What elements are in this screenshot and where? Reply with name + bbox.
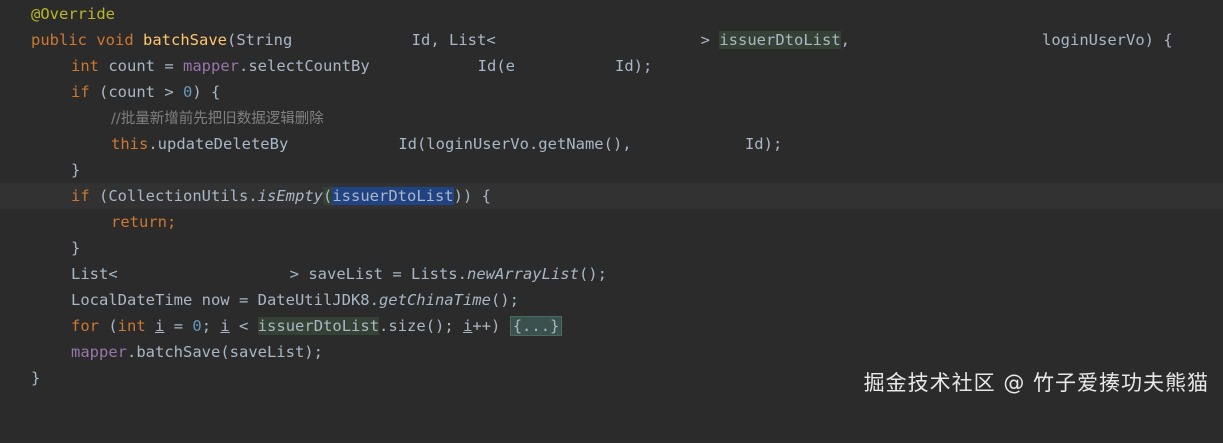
redacted-block bbox=[850, 31, 1043, 50]
code-text: .updateDeleteBy bbox=[148, 135, 289, 153]
code-text: (); bbox=[490, 291, 519, 309]
redacted-block bbox=[301, 31, 412, 50]
loop-variable: i bbox=[220, 317, 230, 335]
code-line-6[interactable]: this.updateDeleteBy Id(loginUserVo.getNam… bbox=[0, 131, 1223, 157]
code-line-1[interactable]: @Override bbox=[0, 1, 1223, 27]
field-name: mapper bbox=[183, 57, 239, 75]
keyword: for bbox=[71, 317, 99, 335]
watermark-text: 掘金技术社区 @ 竹子爱揍功夫熊猫 bbox=[863, 371, 1209, 395]
code-text: ; bbox=[201, 317, 221, 335]
static-method: isEmpty bbox=[257, 187, 323, 205]
code-text: (CollectionUtils. bbox=[89, 187, 258, 205]
parameter-highlight: issuerDtoList bbox=[257, 317, 380, 335]
code-line-12[interactable]: LocalDateTime now = DateUtilJDK8.getChin… bbox=[0, 287, 1223, 313]
method-name: batchSave bbox=[143, 31, 228, 49]
code-line-4[interactable]: if (count > 0) { bbox=[0, 79, 1223, 105]
code-line-8[interactable]: if (CollectionUtils.isEmpty(issuerDtoLis… bbox=[0, 183, 1223, 209]
comment: //批量新增前先把旧数据逻辑删除 bbox=[111, 111, 324, 127]
redacted-block bbox=[495, 31, 701, 50]
code-line-11[interactable]: List< > saveList = Lists.newArrayList(); bbox=[0, 261, 1223, 287]
redacted-block bbox=[369, 57, 478, 76]
code-text: ( bbox=[322, 187, 333, 205]
loop-variable: i bbox=[463, 317, 473, 335]
code-text: LocalDateTime now = DateUtilJDK8. bbox=[71, 291, 379, 309]
code-text: Id, List< bbox=[411, 31, 496, 49]
static-method: newArrayList bbox=[466, 265, 579, 283]
static-method: getChinaTime bbox=[378, 291, 491, 309]
code-line-5[interactable]: //批量新增前先把旧数据逻辑删除 bbox=[0, 105, 1223, 131]
parameter-highlight: issuerDtoList bbox=[719, 31, 841, 49]
code-line-3[interactable]: int count = mapper.selectCountBy Id(e Id); bbox=[0, 53, 1223, 79]
keyword: if bbox=[71, 83, 90, 101]
keyword: this bbox=[111, 135, 149, 153]
code-text: List< bbox=[71, 265, 118, 283]
code-text: loginUserVo) { bbox=[1042, 31, 1173, 49]
code-text: ++) bbox=[472, 317, 510, 335]
code-text: .size(); bbox=[379, 317, 464, 335]
code-text: count = bbox=[99, 57, 183, 75]
code-text: } bbox=[71, 239, 81, 257]
keyword: return bbox=[111, 213, 167, 231]
code-text: ( bbox=[99, 317, 118, 335]
keyword: int bbox=[71, 57, 99, 75]
code-line-13[interactable]: for (int i = 0; i < issuerDtoList.size()… bbox=[0, 313, 1223, 339]
code-line-9[interactable]: return; bbox=[0, 209, 1223, 235]
redacted-block bbox=[117, 265, 290, 284]
annotation: @Override bbox=[31, 5, 115, 23]
keyword: if bbox=[71, 187, 90, 205]
code-editor[interactable]: @Override public void batchSave(String I… bbox=[0, 0, 1223, 411]
code-line-2[interactable]: public void batchSave(String Id, List< > … bbox=[0, 27, 1223, 53]
code-text: } bbox=[31, 369, 41, 387]
selected-text[interactable]: issuerDtoList bbox=[332, 187, 454, 205]
code-text: ) { bbox=[192, 83, 221, 101]
code-text: > bbox=[700, 31, 720, 49]
field-name: mapper bbox=[71, 343, 127, 361]
code-text: Id); bbox=[614, 57, 653, 75]
keyword: public bbox=[31, 31, 87, 49]
redacted-block bbox=[288, 135, 399, 154]
code-text: Id); bbox=[744, 135, 783, 153]
code-line-10[interactable]: } bbox=[0, 235, 1223, 261]
folded-code-block[interactable]: {...} bbox=[509, 316, 563, 336]
code-text: ; bbox=[167, 213, 177, 231]
code-text: , bbox=[840, 31, 851, 49]
code-text: = bbox=[164, 317, 193, 335]
code-text: (String bbox=[227, 31, 302, 49]
loop-variable: i bbox=[155, 317, 165, 335]
code-text: (); bbox=[578, 265, 607, 283]
code-text: } bbox=[71, 161, 81, 179]
code-line-7[interactable]: } bbox=[0, 157, 1223, 183]
code-text: .batchSave(saveList); bbox=[127, 343, 323, 361]
number-literal: 0 bbox=[183, 83, 193, 101]
code-line-14[interactable]: mapper.batchSave(saveList); bbox=[0, 339, 1223, 365]
code-text: > saveList = Lists. bbox=[289, 265, 467, 283]
keyword: void bbox=[96, 31, 134, 49]
code-text: Id(loginUserVo.getName(), bbox=[398, 135, 641, 153]
redacted-block bbox=[514, 57, 615, 76]
number-literal: 0 bbox=[192, 317, 202, 335]
code-text: Id(e bbox=[477, 57, 515, 75]
code-text: < bbox=[229, 317, 258, 335]
code-text: )) { bbox=[453, 187, 491, 205]
code-text: .selectCountBy bbox=[239, 57, 370, 75]
code-text: (count > bbox=[89, 83, 183, 101]
redacted-block bbox=[640, 135, 745, 154]
keyword: int bbox=[117, 317, 146, 335]
